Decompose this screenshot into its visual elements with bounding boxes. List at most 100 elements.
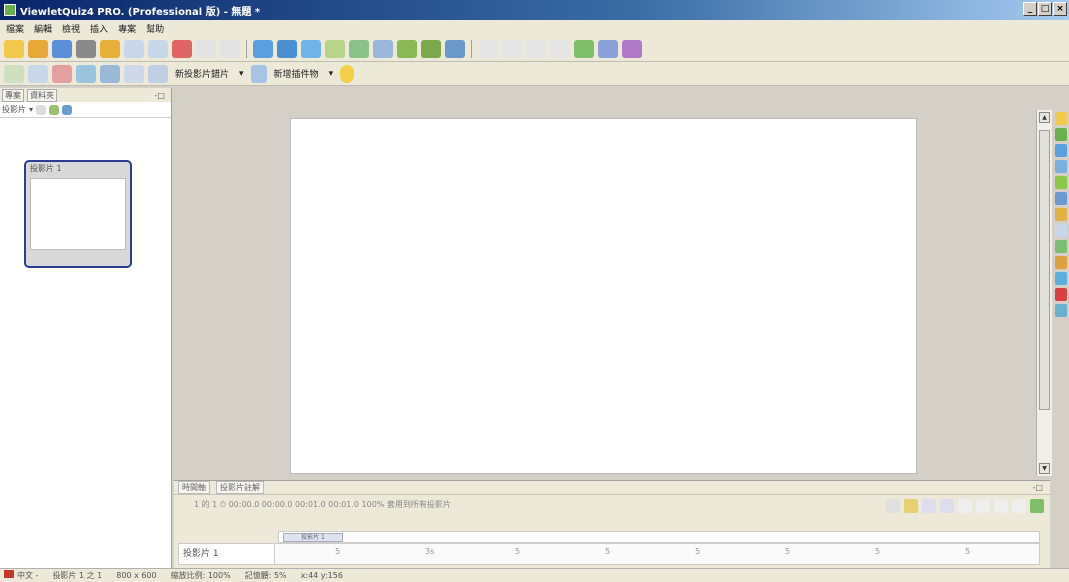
image-icon[interactable] (1054, 128, 1067, 141)
paste-icon[interactable] (148, 39, 168, 58)
vertical-scrollbar[interactable]: ▲ ▼ (1036, 110, 1052, 476)
home-icon[interactable] (4, 64, 24, 83)
frame-icon[interactable] (124, 64, 144, 83)
timeline-controls: 1 的 1 ⏱ 00:00.0 00:00.0 00:01.0 00:01.0 … (194, 499, 451, 509)
chart-icon[interactable] (1054, 240, 1067, 253)
timeline-tick: 5 (875, 547, 881, 556)
minimize-button[interactable]: _ (1023, 2, 1037, 16)
timeline-row[interactable]: 投影片 1 5 3s 5 5 5 5 5 5 (178, 543, 1040, 565)
tab-folder[interactable]: 資料夾 (27, 88, 57, 102)
prev-icon[interactable] (976, 499, 990, 513)
layout-icon[interactable] (28, 64, 48, 83)
zoom-in-icon[interactable] (922, 499, 936, 513)
menu-file[interactable]: 檔案 (6, 22, 24, 35)
cut-icon[interactable] (100, 39, 120, 58)
record-icon[interactable] (52, 64, 72, 83)
app-icon (4, 4, 16, 16)
undo-icon[interactable] (196, 39, 216, 58)
monitor-icon[interactable] (100, 64, 120, 83)
timeline-track[interactable]: 5 3s 5 5 5 5 5 5 (275, 544, 1039, 564)
menu-insert[interactable]: 插入 (90, 22, 108, 35)
quiz-icon[interactable] (1054, 288, 1067, 301)
prev-icon[interactable] (502, 39, 522, 58)
chevron-down-icon[interactable]: ▾ (326, 69, 337, 79)
maximize-button[interactable]: □ (1038, 2, 1052, 16)
new-object-dropdown[interactable]: 新增插件物 (271, 67, 322, 80)
new-slide-dropdown[interactable]: 新投影片錯片 (172, 67, 232, 80)
copy-icon[interactable] (124, 39, 144, 58)
question-icon[interactable] (349, 39, 369, 58)
person-icon[interactable] (49, 104, 60, 115)
close-button[interactable]: × (1053, 2, 1067, 16)
print-icon[interactable] (76, 39, 96, 58)
preview-icon[interactable] (574, 39, 594, 58)
check-icon[interactable] (325, 39, 345, 58)
open-folder-icon[interactable] (28, 39, 48, 58)
audio-icon[interactable] (373, 39, 393, 58)
object-icon[interactable] (250, 64, 267, 83)
slides-icon[interactable] (148, 64, 168, 83)
image-icon[interactable] (277, 39, 297, 58)
zoom-out-icon[interactable] (940, 499, 954, 513)
person-icon[interactable] (397, 39, 417, 58)
scroll-up-icon[interactable]: ▲ (1039, 112, 1050, 123)
tab-project[interactable]: 專案 (2, 88, 24, 102)
menu-help[interactable]: 幫助 (146, 22, 164, 35)
first-icon[interactable] (958, 499, 972, 513)
frame-icon[interactable] (1054, 224, 1067, 237)
slide-icon[interactable] (253, 39, 273, 58)
slide-dimensions: 800 x 600 (116, 571, 157, 580)
play-icon[interactable] (994, 499, 1008, 513)
help-icon[interactable] (1054, 304, 1067, 317)
chevron-down-icon[interactable]: ▾ (29, 105, 33, 114)
lock-icon[interactable] (886, 499, 900, 513)
menu-project[interactable]: 專案 (118, 22, 136, 35)
tab-slide-notes[interactable]: 投影片註解 (216, 481, 264, 494)
flash-icon[interactable] (1054, 272, 1067, 285)
new-file-icon[interactable] (4, 39, 24, 58)
note-icon[interactable] (1054, 112, 1067, 125)
chevron-down-icon[interactable]: ▾ (236, 69, 247, 79)
settings-icon[interactable] (622, 39, 642, 58)
up-icon[interactable] (36, 104, 47, 115)
lightbulb-icon[interactable] (340, 64, 355, 83)
scrollbar-thumb[interactable] (1039, 130, 1050, 410)
timeline-header: 投影片 1 (278, 531, 1040, 543)
picture-icon[interactable] (76, 64, 96, 83)
zoom-level: 縮放比例: 100% (170, 571, 231, 580)
globe-icon[interactable] (62, 104, 73, 115)
timeline-segment[interactable]: 投影片 1 (283, 533, 343, 542)
scroll-down-icon[interactable]: ▼ (1039, 463, 1050, 474)
menu-edit[interactable]: 編輯 (34, 22, 52, 35)
people-icon[interactable] (421, 39, 441, 58)
last-icon[interactable] (1012, 499, 1026, 513)
timeline-tick: 5 (965, 547, 971, 556)
text-icon[interactable] (1054, 144, 1067, 157)
edit-icon[interactable] (904, 499, 918, 513)
save-icon[interactable] (52, 39, 72, 58)
first-icon[interactable] (478, 39, 498, 58)
menubar: 檔案 編輯 檢視 插入 專案 幫助 (0, 20, 1069, 36)
timeline-tick: 5 (515, 547, 521, 556)
slides-dropdown[interactable]: 投影片 (2, 104, 26, 115)
export-icon[interactable] (598, 39, 618, 58)
window-icon[interactable] (301, 39, 321, 58)
delete-icon[interactable] (172, 39, 192, 58)
audio-icon[interactable] (1054, 160, 1067, 173)
slide-canvas[interactable] (290, 118, 917, 474)
shape-icon[interactable] (1054, 176, 1067, 189)
redo-icon[interactable] (220, 39, 240, 58)
language-indicator[interactable]: 中文 - (4, 570, 38, 581)
tab-timeline[interactable]: 時間軸 (178, 481, 210, 494)
slide-thumbnail[interactable]: 投影片 1 (24, 160, 132, 268)
link-icon[interactable] (1054, 256, 1067, 269)
timeline-close-icon[interactable]: -□ (1030, 483, 1046, 492)
menu-view[interactable]: 檢視 (62, 22, 80, 35)
publish-icon[interactable] (445, 39, 465, 58)
list-icon[interactable] (1054, 192, 1067, 205)
last-icon[interactable] (550, 39, 570, 58)
pencil-icon[interactable] (1054, 208, 1067, 221)
preview-icon[interactable] (1030, 499, 1044, 513)
panel-close-icon[interactable]: -□ (153, 91, 167, 100)
next-icon[interactable] (526, 39, 546, 58)
